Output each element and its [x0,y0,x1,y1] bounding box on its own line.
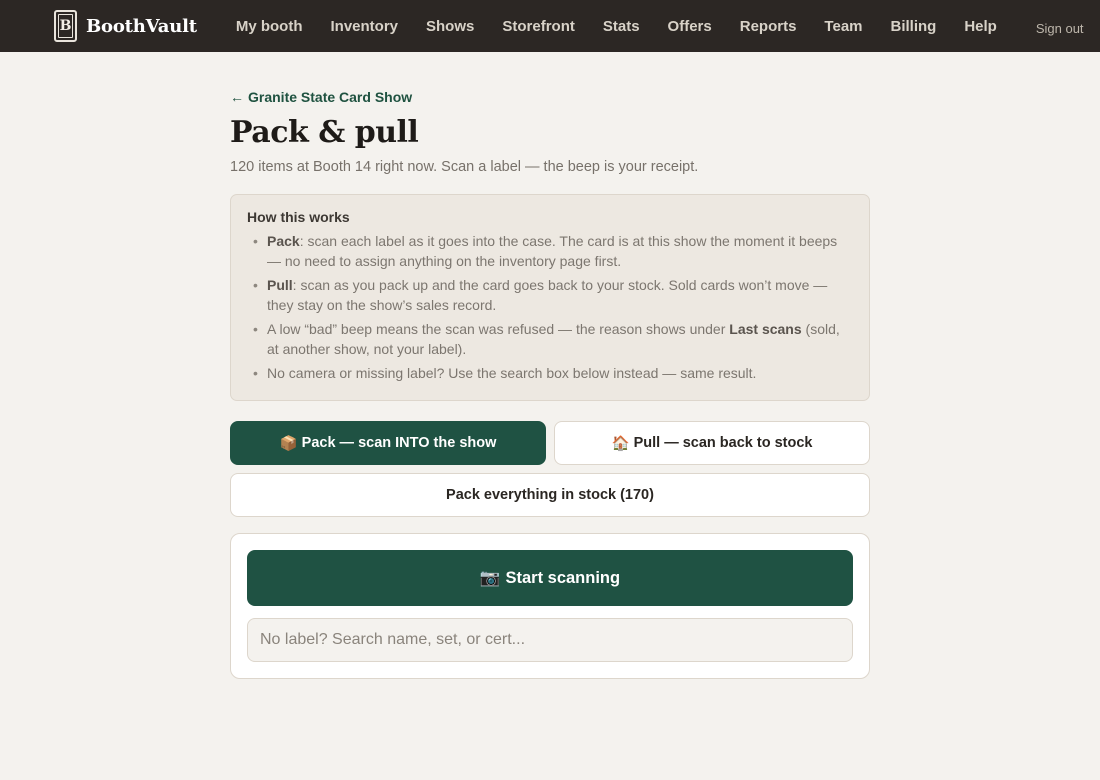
camera-icon: 📷 [479,568,501,587]
pack-all-label: Pack everything in stock (170) [446,487,654,503]
sign-out-link[interactable]: Sign out [1036,21,1084,36]
how-it-works-item: Pull: scan as you pack up and the card g… [247,275,853,315]
how-it-works-panel: How this works Pack: scan each label as … [230,194,870,401]
start-scanning-button[interactable]: 📷 Start scanning [247,550,853,606]
nav-item-shows[interactable]: Shows [426,18,474,35]
nav-item-team[interactable]: Team [824,18,862,35]
house-icon: 🏠 [611,435,630,452]
howto-term: Pack [267,233,300,249]
how-it-works-item: No camera or missing label? Use the sear… [247,363,853,383]
howto-text: : scan each label as it goes into the ca… [267,233,838,269]
howto-text: A low “bad” beep means the scan was refu… [267,321,730,337]
nav-item-offers[interactable]: Offers [668,18,712,35]
booth-logo-icon: B [54,10,77,42]
scanner-card: 📷 Start scanning [230,533,870,679]
search-input[interactable] [247,618,853,662]
page-title: Pack & pull [230,115,419,150]
howto-term: Pull [267,277,293,293]
nav-item-storefront[interactable]: Storefront [502,18,575,35]
nav-item-reports[interactable]: Reports [740,18,797,35]
main-nav: My booth Inventory Shows Storefront Stat… [236,18,1084,36]
pack-mode-label: Pack — scan INTO the show [301,435,497,451]
logo-letter: B [59,18,72,34]
how-it-works-list: Pack: scan each label as it goes into th… [247,231,853,383]
back-link-label: Granite State Card Show [248,89,413,105]
nav-item-inventory[interactable]: Inventory [331,18,399,35]
page-subtitle: 120 items at Booth 14 right now. Scan a … [230,159,699,175]
brand[interactable]: B BoothVault [54,10,197,42]
pull-mode-label: Pull — scan back to stock [633,435,813,451]
start-scanning-label: Start scanning [505,568,621,587]
nav-item-help[interactable]: Help [964,18,997,35]
back-arrow-icon: ← [230,89,244,105]
nav-item-billing[interactable]: Billing [891,18,937,35]
pack-mode-button[interactable]: 📦 Pack — scan INTO the show [230,421,546,465]
package-icon: 📦 [279,435,298,452]
back-link-show[interactable]: ← Granite State Card Show [230,89,412,105]
howto-term: Last scans [729,321,802,337]
howto-text: No camera or missing label? Use the sear… [267,365,757,381]
how-it-works-title: How this works [247,209,350,225]
pack-all-button[interactable]: Pack everything in stock (170) [230,473,870,517]
how-it-works-item: A low “bad” beep means the scan was refu… [247,319,853,359]
howto-text: : scan as you pack up and the card goes … [267,277,828,313]
pull-mode-button[interactable]: 🏠 Pull — scan back to stock [554,421,870,465]
brand-name: BoothVault [86,15,197,37]
top-nav-bar: B BoothVault My booth Inventory Shows St… [0,0,1100,52]
nav-item-stats[interactable]: Stats [603,18,640,35]
main-content: ← Granite State Card Show Pack & pull 12… [230,52,870,679]
scan-mode-toggle: 📦 Pack — scan INTO the show 🏠 Pull — sca… [230,421,870,465]
how-it-works-item: Pack: scan each label as it goes into th… [247,231,853,271]
nav-item-my-booth[interactable]: My booth [236,18,303,35]
